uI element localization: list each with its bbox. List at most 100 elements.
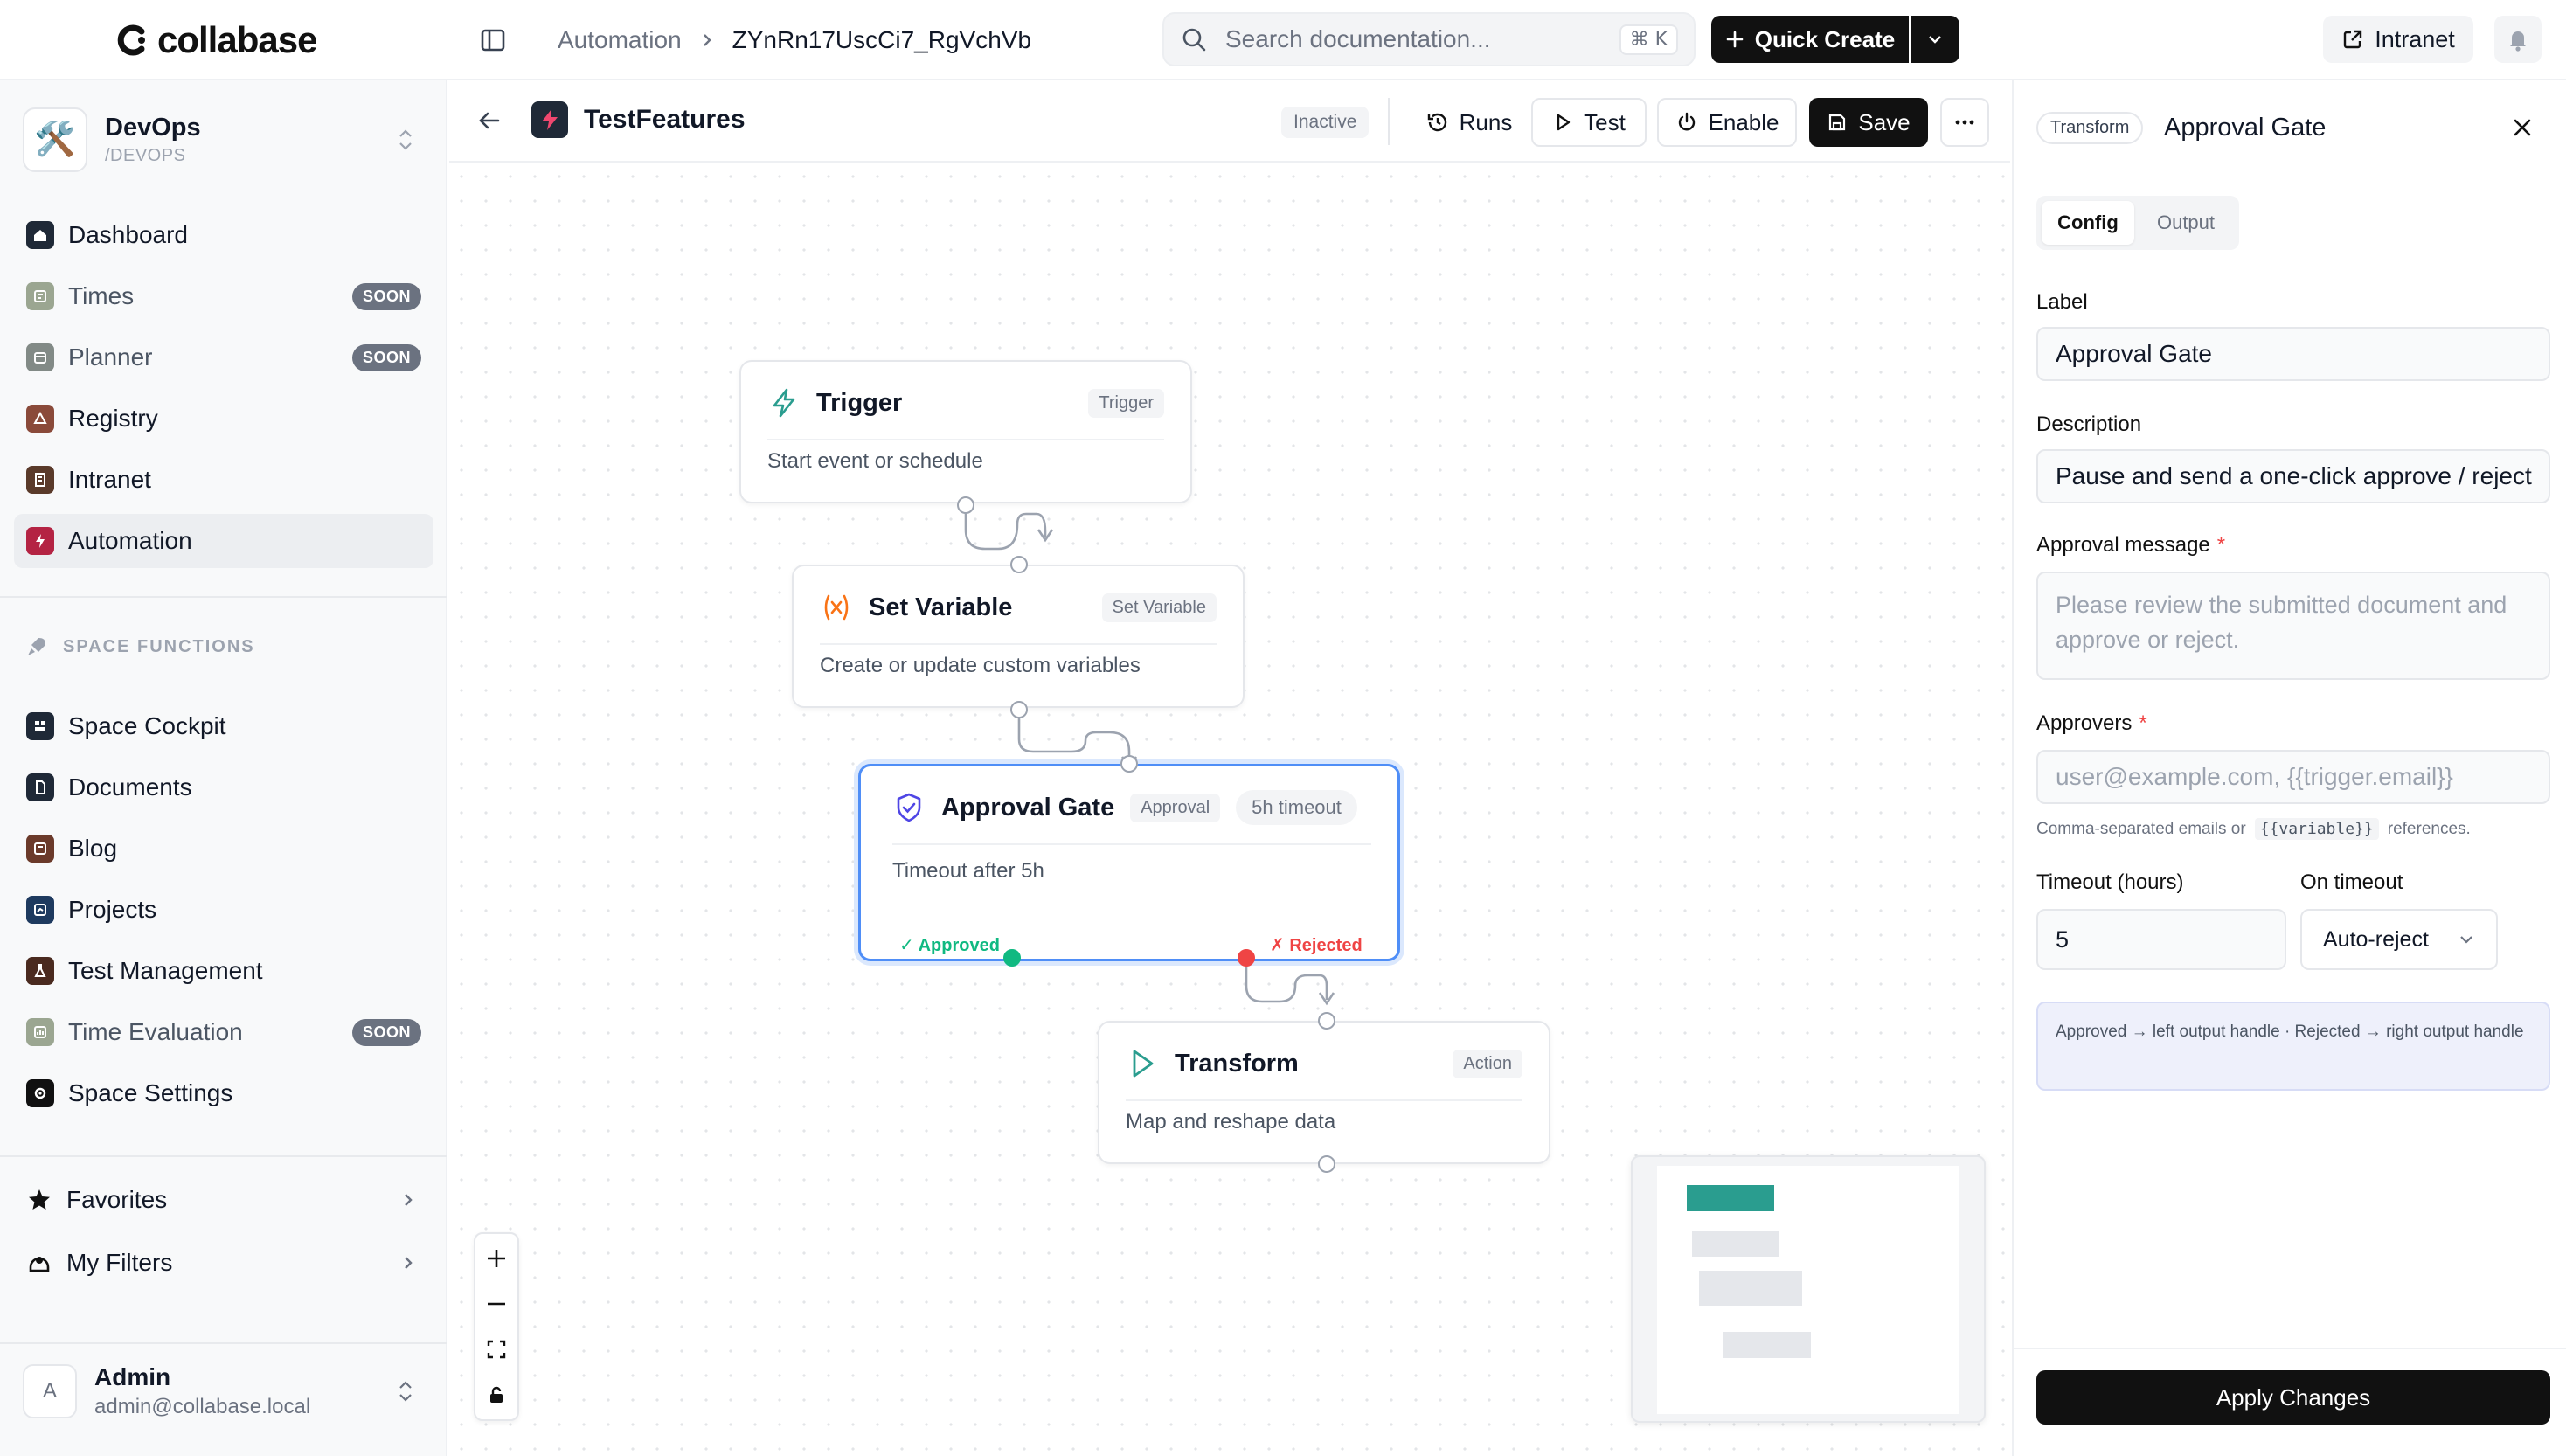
space-function-test-management[interactable]: Test Management bbox=[14, 944, 433, 998]
top-bar: collabase Automation ZYnRn17UscCi7_RgVch… bbox=[0, 0, 2566, 80]
chevron-right-icon bbox=[405, 1194, 413, 1206]
enable-button[interactable]: Enable bbox=[1657, 98, 1797, 147]
edge-setvar-approval bbox=[1017, 710, 1131, 764]
favorites-item[interactable]: Favorites bbox=[14, 1173, 433, 1227]
node-approval-gate[interactable]: Approval Gate Approval 5h timeout Timeou… bbox=[858, 764, 1400, 961]
space-function-time-evaluation[interactable]: Time Evaluation SOON bbox=[14, 1005, 433, 1059]
external-link-icon bbox=[2344, 30, 2362, 49]
rejected-branch-label: ✗ Rejected bbox=[1270, 936, 1363, 955]
tab-output[interactable]: Output bbox=[2139, 201, 2232, 245]
collabase-logo[interactable]: collabase bbox=[115, 16, 317, 65]
sidebar-item-times[interactable]: Times SOON bbox=[14, 269, 433, 323]
approved-output-handle[interactable] bbox=[1003, 949, 1021, 967]
sidebar-toggle-button[interactable] bbox=[475, 23, 510, 58]
node-transform[interactable]: Transform Action Map and reshape data bbox=[1098, 1021, 1550, 1164]
space-function-space-cockpit[interactable]: Space Cockpit bbox=[14, 699, 433, 753]
description-input[interactable]: Pause and send a one-click approve / rej… bbox=[2036, 449, 2550, 503]
test-label: Test bbox=[1584, 108, 1626, 135]
sidebar-item-intranet[interactable]: Intranet bbox=[14, 453, 433, 507]
approval-message-label-text: Approval message bbox=[2036, 533, 2210, 557]
label-input[interactable]: Approval Gate bbox=[2036, 327, 2550, 381]
my-filters-item[interactable]: My Filters bbox=[14, 1236, 433, 1290]
node-set-variable[interactable]: Set Variable Set Variable Create or upda… bbox=[792, 565, 1245, 708]
rejected-output-handle[interactable] bbox=[1238, 949, 1255, 967]
on-timeout-value: Auto-reject bbox=[2323, 926, 2429, 952]
search-input[interactable]: Search documentation... ⌘ K bbox=[1162, 12, 1696, 66]
more-options-button[interactable] bbox=[1940, 98, 1989, 147]
zoom-out-button[interactable] bbox=[475, 1281, 517, 1327]
node-type-badge: Trigger bbox=[1088, 388, 1164, 418]
close-panel-button[interactable] bbox=[2510, 115, 2535, 144]
input-handle[interactable] bbox=[1318, 1012, 1335, 1030]
sidebar-item-registry[interactable]: Registry bbox=[14, 392, 433, 446]
panel-footer-divider bbox=[2014, 1348, 2566, 1349]
sidebar-divider bbox=[0, 1342, 447, 1344]
node-trigger[interactable]: Trigger Trigger Start event or schedule bbox=[739, 360, 1192, 503]
sidebar-item-dashboard[interactable]: Dashboard bbox=[14, 208, 433, 262]
close-icon bbox=[2514, 119, 2531, 136]
space-function-documents[interactable]: Documents bbox=[14, 760, 433, 815]
node-config-panel: Transform Approval Gate Config Output La… bbox=[2012, 80, 2566, 1456]
notifications-button[interactable] bbox=[2494, 16, 2542, 63]
output-handle[interactable] bbox=[1318, 1155, 1335, 1173]
nav-label: Space Settings bbox=[68, 1079, 233, 1106]
required-marker: * bbox=[2139, 711, 2147, 735]
node-divider bbox=[820, 643, 1217, 645]
registry-icon bbox=[26, 405, 54, 433]
enable-label: Enable bbox=[1708, 108, 1779, 135]
output-handle[interactable] bbox=[957, 496, 974, 514]
input-handle[interactable] bbox=[1120, 755, 1138, 773]
back-button[interactable] bbox=[475, 107, 503, 139]
user-menu[interactable]: A Admin admin@collabase.local bbox=[23, 1355, 425, 1428]
space-function-space-settings[interactable]: Space Settings bbox=[14, 1066, 433, 1120]
node-divider bbox=[1126, 1099, 1522, 1101]
node-description: Map and reshape data bbox=[1126, 1110, 1336, 1134]
star-icon bbox=[29, 1189, 50, 1210]
workflow-canvas[interactable]: Trigger Trigger Start event or schedule … bbox=[449, 164, 2010, 1456]
save-button[interactable]: Save bbox=[1809, 98, 1928, 147]
input-handle[interactable] bbox=[1010, 556, 1028, 573]
chevron-down-icon bbox=[2460, 936, 2472, 944]
sidebar-item-planner[interactable]: Planner SOON bbox=[14, 330, 433, 385]
quick-create-button[interactable]: Quick Create bbox=[1711, 16, 1909, 63]
bolt-icon bbox=[26, 527, 54, 555]
node-header: Transform Action bbox=[1126, 1043, 1522, 1084]
space-avatar: 🛠️ bbox=[23, 107, 87, 172]
nav-label: Planner bbox=[68, 343, 153, 371]
output-handle[interactable] bbox=[1010, 701, 1028, 718]
lock-button[interactable] bbox=[475, 1372, 517, 1418]
approvers-input[interactable]: user@example.com, {{trigger.email}} bbox=[2036, 750, 2550, 804]
intranet-button[interactable]: Intranet bbox=[2323, 16, 2473, 63]
runs-button[interactable]: Runs bbox=[1418, 98, 1521, 147]
timeout-badge: 5h timeout bbox=[1236, 790, 1357, 825]
filter-icon bbox=[29, 1257, 50, 1272]
clock-icon bbox=[26, 282, 54, 310]
approval-message-textarea[interactable]: Please review the submitted document and… bbox=[2036, 572, 2550, 680]
quick-create-dropdown-button[interactable] bbox=[1911, 16, 1959, 63]
plus-icon bbox=[1726, 31, 1744, 48]
apply-changes-button[interactable]: Apply Changes bbox=[2036, 1370, 2550, 1425]
fit-view-button[interactable] bbox=[475, 1327, 517, 1372]
bolt-icon bbox=[542, 109, 558, 130]
workflow-title[interactable]: TestFeatures bbox=[584, 105, 746, 135]
timeout-input[interactable]: 5 bbox=[2036, 909, 2286, 970]
tab-config[interactable]: Config bbox=[2042, 201, 2134, 245]
breadcrumb-automation[interactable]: Automation bbox=[558, 26, 682, 54]
minimap-node-set-variable bbox=[1692, 1231, 1779, 1257]
variable-icon bbox=[824, 594, 849, 621]
breadcrumb-workflow-id[interactable]: ZYnRn17UscCi7_RgVchVb bbox=[732, 26, 1031, 54]
document-icon bbox=[26, 773, 54, 801]
nav-label: Projects bbox=[68, 896, 157, 923]
minimap[interactable] bbox=[1631, 1155, 1986, 1423]
space-switcher[interactable]: 🛠️ DevOps /DEVOPS bbox=[23, 105, 425, 175]
flask-icon bbox=[26, 957, 54, 985]
chevron-right-icon bbox=[405, 1257, 413, 1269]
space-function-blog[interactable]: Blog bbox=[14, 822, 433, 876]
approvers-hint: Comma-separated emails or {{variable}} r… bbox=[2036, 818, 2471, 840]
test-button[interactable]: Test bbox=[1531, 98, 1647, 147]
on-timeout-select[interactable]: Auto-reject bbox=[2300, 909, 2498, 970]
zoom-in-button[interactable] bbox=[475, 1236, 517, 1281]
space-function-projects[interactable]: Projects bbox=[14, 883, 433, 937]
logo-text: collabase bbox=[157, 19, 317, 60]
sidebar-item-automation[interactable]: Automation bbox=[14, 514, 433, 568]
